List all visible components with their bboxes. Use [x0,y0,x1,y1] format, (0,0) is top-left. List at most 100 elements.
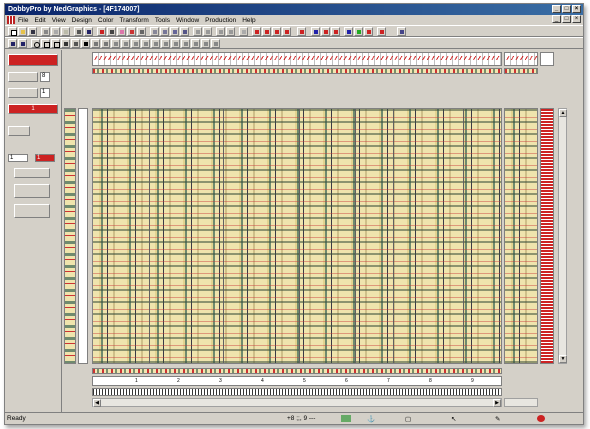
lower-color-bar[interactable] [92,368,502,374]
pattern-c-icon[interactable] [262,27,271,36]
open-folder-icon[interactable] [18,27,27,36]
draw-b-icon[interactable] [111,39,120,48]
draw-l-icon[interactable] [211,39,220,48]
doc-restore-button[interactable]: □ [562,15,571,23]
fabric-simulation-view[interactable] [92,108,502,364]
corner-tieup-grid[interactable] [540,52,554,66]
fabric-repeat-view[interactable] [504,108,538,364]
title-bar[interactable]: DobbyPro by NedGraphics - [4F174007] _ □… [5,4,583,15]
color-index-button[interactable]: 1 [8,104,58,114]
save-icon[interactable] [28,27,37,36]
close-button[interactable]: × [572,5,581,13]
menu-view[interactable]: View [52,17,66,24]
options-icon[interactable] [377,27,386,36]
pattern-b-icon[interactable] [252,27,261,36]
weave-icon[interactable] [97,27,106,36]
doc-close-button[interactable]: × [572,15,581,23]
paste-icon[interactable] [61,27,70,36]
draw-e-icon[interactable] [141,39,150,48]
color-mix-button[interactable] [14,204,50,218]
menu-production[interactable]: Production [205,17,236,24]
new-file-icon[interactable] [8,27,17,36]
shaft-value-field[interactable]: 1 [40,88,50,98]
view-c-icon[interactable] [170,27,179,36]
move-icon[interactable] [101,39,110,48]
draw-c-icon[interactable] [121,39,130,48]
view-a-icon[interactable] [150,27,159,36]
draw-j-icon[interactable] [191,39,200,48]
warp-color-repeat-bar[interactable] [504,68,538,74]
horizontal-scrollbar[interactable]: ◀ ▶ [92,398,502,407]
redo-icon[interactable] [18,39,27,48]
rectangle-icon[interactable] [41,39,50,48]
menu-window[interactable]: Window [176,17,199,24]
doc-minimize-button[interactable]: _ [552,15,561,23]
menu-transform[interactable]: Transform [119,17,148,24]
fabric-icon[interactable] [117,27,126,36]
threading-grid[interactable] [92,52,502,66]
mirror-icon[interactable] [193,27,202,36]
print-icon[interactable] [74,27,83,36]
cut-icon[interactable] [41,27,50,36]
arrow-up-icon[interactable] [344,27,353,36]
maximize-button[interactable]: □ [562,5,571,13]
threading-repeat-grid[interactable] [504,52,538,66]
view-b-icon[interactable] [160,27,169,36]
num-b-field[interactable]: 1 [35,154,55,162]
repeat-value-field[interactable]: 8 [40,72,50,82]
play-red-icon[interactable] [321,27,330,36]
undo-icon[interactable] [8,39,17,48]
lift-plan-strip[interactable] [92,388,502,396]
peg-plan-grid[interactable] [540,108,554,364]
layout-icon[interactable] [137,27,146,36]
ellipse-icon[interactable] [31,39,40,48]
arrow-up-green-icon[interactable] [354,27,363,36]
scroll-down-icon[interactable]: ▼ [559,355,567,363]
arrow-updown-icon[interactable] [364,27,373,36]
app-icon[interactable] [7,16,15,24]
pencil-icon[interactable] [81,39,90,48]
repeat-label-button[interactable] [8,72,38,82]
menu-file[interactable]: File [18,17,28,24]
draw-d-icon[interactable] [131,39,140,48]
menu-tools[interactable]: Tools [155,17,170,24]
shaft-selector-button[interactable] [8,54,58,66]
check-option-button[interactable] [8,126,30,136]
globe-button[interactable] [14,184,50,198]
pattern-d-icon[interactable] [272,27,281,36]
palette-dropdown[interactable] [14,168,50,178]
copy-icon[interactable] [51,27,60,36]
scroll-up-icon[interactable]: ▲ [559,109,567,117]
play-icon[interactable] [311,27,320,36]
select-icon[interactable] [51,39,60,48]
draw-g-icon[interactable] [161,39,170,48]
num-a-field[interactable]: 1 [8,154,28,162]
help-icon[interactable] [84,27,93,36]
view-d-icon[interactable] [180,27,189,36]
draw-h-icon[interactable] [171,39,180,48]
step-forward-icon[interactable] [331,27,340,36]
grid-icon[interactable] [107,27,116,36]
weft-color-bar[interactable] [64,108,76,364]
scroll-right-icon[interactable]: ▶ [493,399,501,407]
record-icon[interactable] [297,27,306,36]
flip-icon[interactable] [203,27,212,36]
shaft-icon[interactable] [127,27,136,36]
draw-k-icon[interactable] [201,39,210,48]
warp-color-bar[interactable] [92,68,502,74]
draw-f-icon[interactable] [151,39,160,48]
menu-edit[interactable]: Edit [34,17,45,24]
extra-icon[interactable] [397,27,406,36]
draw-i-icon[interactable] [181,39,190,48]
scroll-left-icon[interactable]: ◀ [93,399,101,407]
step-icon[interactable] [216,27,225,36]
repeat-icon[interactable] [226,27,235,36]
fill-icon[interactable] [71,39,80,48]
menu-design[interactable]: Design [72,17,92,24]
pattern-e-icon[interactable] [282,27,291,36]
menu-help[interactable]: Help [242,17,255,24]
pattern-a-icon[interactable] [239,27,248,36]
shaft-label-button[interactable] [8,88,38,98]
line-icon[interactable] [91,39,100,48]
menu-color[interactable]: Color [98,17,114,24]
